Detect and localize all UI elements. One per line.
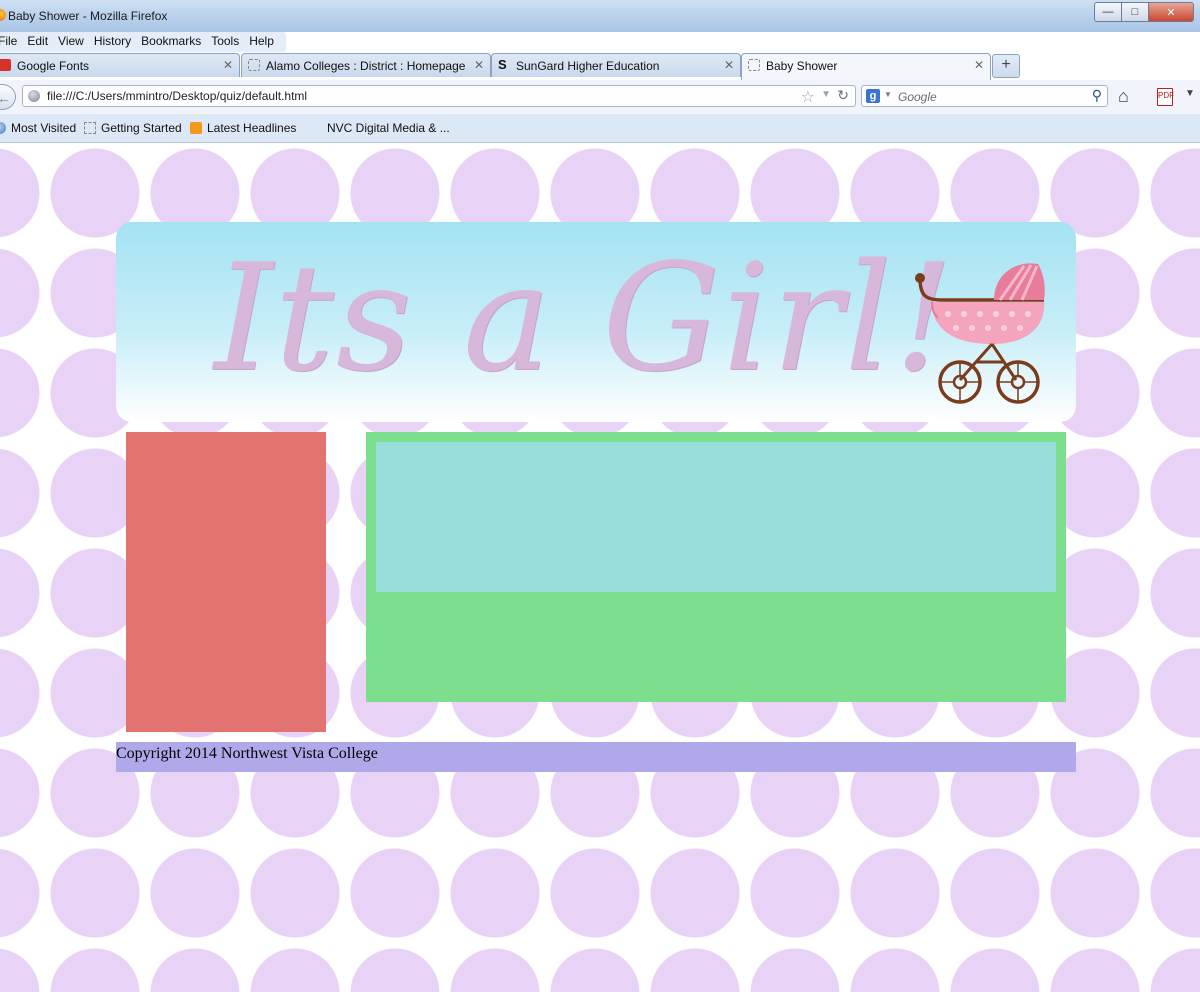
close-tab-icon[interactable]: ✕ (223, 58, 233, 72)
bookmark-label: Getting Started (101, 121, 182, 135)
bookmark-label: NVC Digital Media & ... (327, 121, 450, 135)
main-content-panel (366, 432, 1066, 702)
search-icon[interactable]: ⚲ (1092, 87, 1102, 104)
toolbar-menu-chevron-icon[interactable]: ▼ (1185, 88, 1195, 99)
address-url: file:///C:/Users/mmintro/Desktop/quiz/de… (47, 89, 308, 103)
main-content-inner-box (376, 442, 1056, 592)
copyright-text: Copyright 2014 Northwest Vista College (116, 745, 378, 762)
most-visited-icon (0, 122, 6, 134)
blank-page-icon (84, 122, 96, 134)
page-header-banner: Its a Girl! (116, 222, 1076, 422)
window-titlebar: Baby Shower - Mozilla Firefox — □ ✕ (0, 0, 1200, 32)
reload-icon[interactable]: ↻ (837, 87, 849, 104)
menu-help[interactable]: Help (244, 32, 279, 52)
bookmark-label: Latest Headlines (207, 121, 297, 135)
bookmark-getting-started[interactable]: Getting Started (84, 121, 182, 135)
tab-strip: Google Fonts ✕ Alamo Colleges : District… (0, 53, 1200, 80)
bookmark-most-visited[interactable]: Most Visited (0, 121, 76, 135)
search-bar[interactable]: g ▼ Google ⚲ (861, 85, 1108, 107)
tab-label: Alamo Colleges : District : Homepage (266, 59, 466, 73)
maximize-button[interactable]: □ (1121, 2, 1148, 22)
page-headline: Its a Girl! (214, 232, 956, 404)
baby-stroller-icon (915, 263, 1045, 404)
firefox-icon (0, 9, 6, 21)
bookmark-latest-headlines[interactable]: Latest Headlines (190, 121, 296, 135)
home-icon[interactable]: ⌂ (1118, 86, 1129, 107)
tab-baby-shower[interactable]: Baby Shower ✕ (741, 53, 991, 80)
new-tab-button[interactable]: + (992, 54, 1020, 78)
menu-history[interactable]: History (89, 32, 136, 52)
search-placeholder: Google (898, 90, 937, 104)
sungard-favicon: S (498, 57, 507, 72)
blank-page-favicon (248, 59, 260, 71)
window-title: Baby Shower - Mozilla Firefox (8, 9, 168, 23)
tab-label: Google Fonts (17, 59, 90, 73)
tab-google-fonts[interactable]: Google Fonts ✕ (0, 53, 240, 77)
minimize-button[interactable]: — (1094, 2, 1121, 22)
close-tab-icon[interactable]: ✕ (474, 58, 484, 72)
menu-tools[interactable]: Tools (206, 32, 244, 52)
close-window-button[interactable]: ✕ (1148, 2, 1194, 22)
address-bar[interactable]: file:///C:/Users/mmintro/Desktop/quiz/de… (22, 85, 856, 107)
google-engine-icon[interactable]: g (866, 89, 880, 103)
window-controls: — □ ✕ (1094, 2, 1194, 22)
google-fonts-favicon (0, 59, 11, 71)
page-footer: Copyright 2014 Northwest Vista College (116, 742, 1076, 772)
bookmark-label: Most Visited (11, 121, 77, 135)
menu-bookmarks[interactable]: Bookmarks (136, 32, 206, 52)
bookmark-nvc-digital-media[interactable]: NVC Digital Media & ... (327, 121, 450, 135)
site-identity-icon[interactable] (28, 90, 40, 102)
sidebar-block (126, 432, 326, 732)
close-tab-icon[interactable]: ✕ (724, 58, 734, 72)
menu-view[interactable]: View (53, 32, 89, 52)
menu-file[interactable]: File (0, 32, 22, 52)
tab-alamo-colleges[interactable]: Alamo Colleges : District : Homepage ✕ (241, 53, 491, 77)
bookmark-star-icon[interactable]: ☆ (801, 87, 815, 107)
back-arrow-icon[interactable]: ← (0, 84, 16, 110)
history-dropdown-icon[interactable]: ▼ (821, 89, 831, 100)
tab-sungard[interactable]: S SunGard Higher Education ✕ (491, 53, 741, 77)
menu-edit[interactable]: Edit (22, 32, 53, 52)
navigation-toolbar: ← file:///C:/Users/mmintro/Desktop/quiz/… (0, 80, 1200, 114)
engine-dropdown-icon[interactable]: ▼ (884, 90, 892, 99)
tab-label: SunGard Higher Education (516, 59, 660, 73)
page-viewport: Its a Girl! Copyright 2014 Northwest Vis… (0, 143, 1200, 992)
tab-label: Baby Shower (766, 59, 838, 73)
rss-feed-icon (190, 122, 202, 134)
close-tab-icon[interactable]: ✕ (974, 58, 984, 72)
pdf-icon[interactable]: PDF (1157, 88, 1174, 106)
bookmarks-toolbar: Most Visited Getting Started Latest Head… (0, 114, 1200, 143)
menubar: File Edit View History Bookmarks Tools H… (0, 32, 279, 52)
blank-page-favicon (748, 59, 760, 71)
